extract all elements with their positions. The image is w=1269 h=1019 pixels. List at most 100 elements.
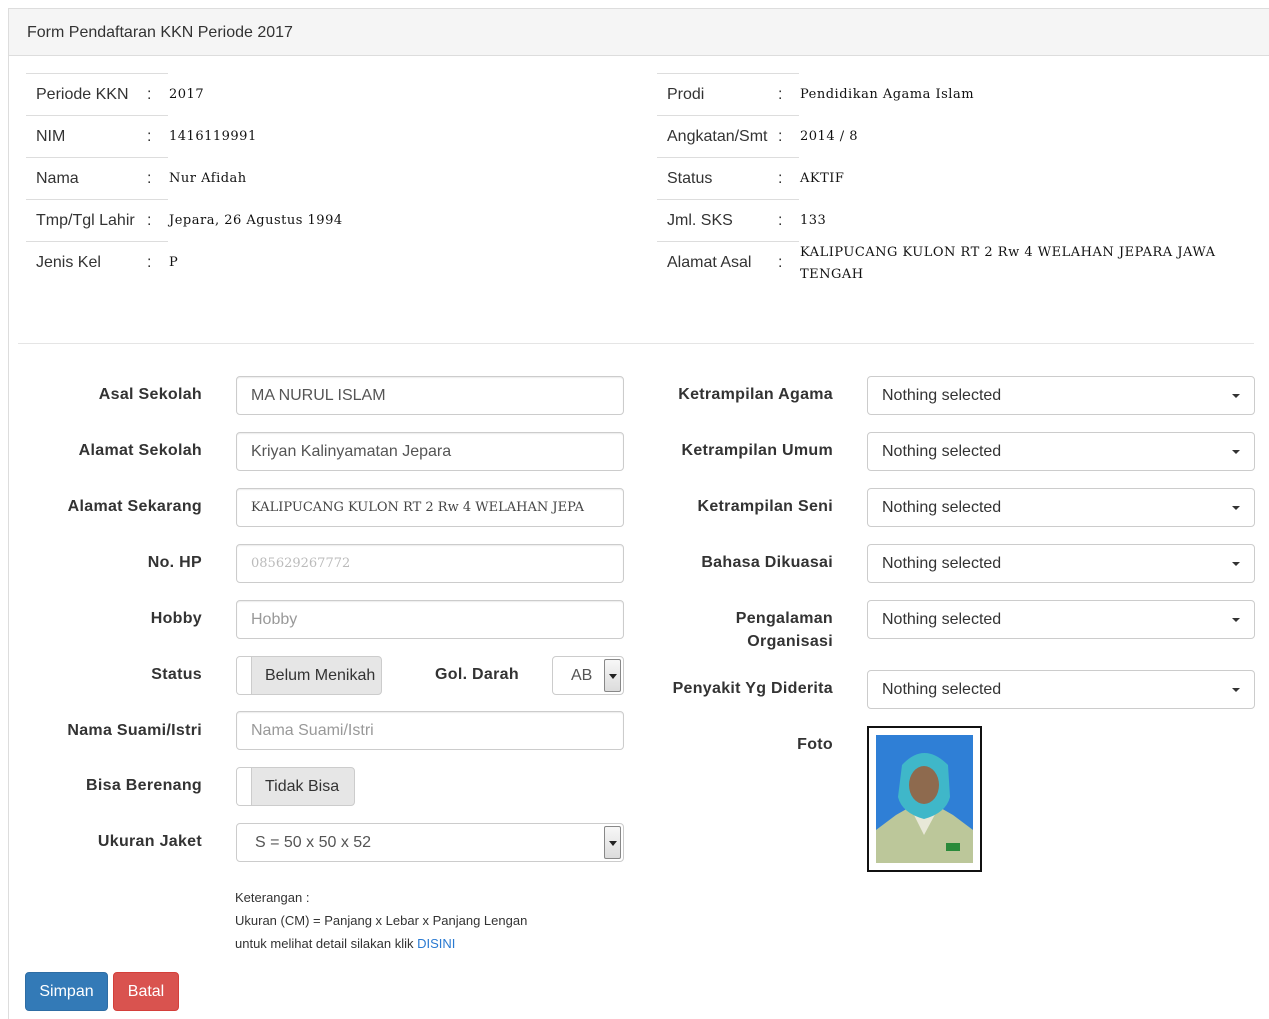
- bahasa-dikuasai-select[interactable]: Nothing selected: [867, 544, 1255, 583]
- nama-suami-label: Nama Suami/Istri: [67, 722, 202, 739]
- ukuran-jaket-label: Ukuran Jaket: [97, 833, 202, 850]
- info-colon: :: [777, 157, 799, 200]
- info-label: Jml. SKS: [657, 199, 777, 242]
- info-colon: :: [146, 241, 168, 284]
- student-info-left: Periode KKN : 2017 NIM : 1416119991 Nama…: [26, 73, 568, 284]
- info-value: KALIPUCANG KULON RT 2 Rw 4 WELAHAN JEPAR…: [800, 244, 1216, 282]
- info-colon: :: [146, 115, 168, 158]
- penyakit-label: Penyakit Yg Diderita: [672, 680, 833, 697]
- ketrampilan-umum-value: Nothing selected: [882, 443, 1002, 460]
- info-colon: :: [777, 199, 799, 242]
- gol-darah-select[interactable]: AB: [552, 656, 624, 695]
- info-label: Angkatan/Smt: [657, 115, 777, 158]
- ketrampilan-seni-label: Ketrampilan Seni: [697, 498, 833, 515]
- info-row-nama: Nama : Nur Afidah: [26, 157, 568, 200]
- info-row-angkatan: Angkatan/Smt : 2014 / 8: [657, 115, 1239, 158]
- alamat-sekolah-input[interactable]: [236, 432, 624, 471]
- info-row-periode: Periode KKN : 2017: [26, 73, 568, 116]
- alamat-sekarang-label: Alamat Sekarang: [67, 498, 202, 515]
- info-value: Jepara, 26 Agustus 1994: [169, 213, 343, 228]
- cancel-button[interactable]: Batal: [113, 972, 179, 1011]
- info-row-sks: Jml. SKS : 133: [657, 199, 1239, 242]
- info-label: Periode KKN: [26, 73, 146, 116]
- ketrampilan-umum-select[interactable]: Nothing selected: [867, 432, 1255, 471]
- info-label: Nama: [26, 157, 146, 200]
- ketrampilan-agama-select[interactable]: Nothing selected: [867, 376, 1255, 415]
- student-info-right: Prodi : Pendidikan Agama Islam Angkatan/…: [657, 73, 1239, 302]
- caret-down-icon: [1232, 618, 1240, 622]
- bahasa-dikuasai-value: Nothing selected: [882, 555, 1002, 572]
- info-value: 2014 / 8: [800, 129, 858, 144]
- info-label: Tmp/Tgl Lahir: [26, 199, 146, 242]
- toggle-knob[interactable]: [237, 657, 252, 694]
- info-colon: :: [146, 199, 168, 242]
- pengalaman-organisasi-label-1: Pengalaman: [735, 610, 833, 627]
- pengalaman-organisasi-value: Nothing selected: [882, 611, 1002, 628]
- info-value: Nur Afidah: [169, 171, 247, 186]
- info-colon: :: [777, 115, 799, 158]
- asal-sekolah-input[interactable]: [236, 376, 624, 415]
- info-value: AKTIF: [800, 171, 845, 186]
- info-value: P: [169, 255, 179, 270]
- info-value: 133: [800, 213, 827, 228]
- caret-down-icon: [1232, 688, 1240, 692]
- pengalaman-organisasi-select[interactable]: Nothing selected: [867, 600, 1255, 639]
- pengalaman-organisasi-label-2: Organisasi: [747, 633, 833, 650]
- info-value: Pendidikan Agama Islam: [800, 87, 975, 102]
- info-colon: :: [777, 73, 799, 116]
- bisa-berenang-label: Bisa Berenang: [86, 777, 202, 794]
- penyakit-select[interactable]: Nothing selected: [867, 670, 1255, 709]
- caret-down-icon: [1232, 506, 1240, 510]
- foto-label: Foto: [797, 736, 833, 753]
- info-label: Status: [657, 157, 777, 200]
- caret-down-icon: [1232, 562, 1240, 566]
- disini-link[interactable]: DISINI: [417, 936, 455, 951]
- asal-sekolah-label: Asal Sekolah: [98, 386, 202, 403]
- info-row-ttl: Tmp/Tgl Lahir : Jepara, 26 Agustus 1994: [26, 199, 568, 242]
- ketrampilan-seni-value: Nothing selected: [882, 499, 1002, 516]
- nama-suami-input[interactable]: [236, 711, 624, 750]
- bisa-berenang-toggle-label: Tidak Bisa: [265, 778, 340, 795]
- keterangan-ukuran: Ukuran (CM) = Panjang x Lebar x Panjang …: [235, 913, 528, 928]
- info-label: Prodi: [657, 73, 777, 116]
- penyakit-value: Nothing selected: [882, 681, 1002, 698]
- info-row-status: Status : AKTIF: [657, 157, 1239, 200]
- info-colon: :: [777, 241, 799, 302]
- section-divider: [18, 343, 1254, 344]
- student-photo: [867, 726, 982, 872]
- panel-title: Form Pendaftaran KKN Periode 2017: [9, 9, 1269, 56]
- hobby-input[interactable]: [236, 600, 624, 639]
- no-hp-input[interactable]: [236, 544, 624, 583]
- hobby-label: Hobby: [150, 610, 202, 627]
- chevron-down-icon[interactable]: [604, 659, 621, 692]
- gol-darah-label: Gol. Darah: [435, 666, 519, 683]
- save-button[interactable]: Simpan: [25, 972, 108, 1011]
- keterangan-detail-text: untuk melihat detail silakan klik: [235, 936, 418, 951]
- alamat-sekolah-label: Alamat Sekolah: [78, 442, 202, 459]
- info-row-jenis-kel: Jenis Kel : P: [26, 241, 568, 284]
- info-colon: :: [146, 73, 168, 116]
- ketrampilan-agama-value: Nothing selected: [882, 387, 1002, 404]
- chevron-down-icon[interactable]: [604, 826, 621, 859]
- bisa-berenang-toggle[interactable]: Tidak Bisa: [236, 767, 355, 806]
- toggle-knob[interactable]: [237, 768, 252, 805]
- ketrampilan-seni-select[interactable]: Nothing selected: [867, 488, 1255, 527]
- ukuran-jaket-select[interactable]: S = 50 x 50 x 52: [236, 823, 624, 862]
- info-label: Alamat Asal: [657, 241, 777, 302]
- info-row-prodi: Prodi : Pendidikan Agama Islam: [657, 73, 1239, 116]
- ukuran-jaket-value: S = 50 x 50 x 52: [255, 834, 372, 851]
- info-row-alamat-asal: Alamat Asal : KALIPUCANG KULON RT 2 Rw 4…: [657, 241, 1239, 302]
- status-toggle-label: Belum Menikah: [265, 667, 376, 684]
- status-toggle[interactable]: Belum Menikah: [236, 656, 382, 695]
- info-label: NIM: [26, 115, 146, 158]
- info-label: Jenis Kel: [26, 241, 146, 284]
- bahasa-dikuasai-label: Bahasa Dikuasai: [701, 554, 833, 571]
- info-value: 1416119991: [169, 129, 257, 144]
- alamat-sekarang-input[interactable]: [236, 488, 624, 527]
- info-colon: :: [146, 157, 168, 200]
- caret-down-icon: [1232, 394, 1240, 398]
- keterangan-title: Keterangan :: [235, 890, 310, 905]
- keterangan-detail: untuk melihat detail silakan klik DISINI: [235, 936, 455, 951]
- gol-darah-value: AB: [571, 667, 593, 684]
- ketrampilan-agama-label: Ketrampilan Agama: [678, 386, 833, 403]
